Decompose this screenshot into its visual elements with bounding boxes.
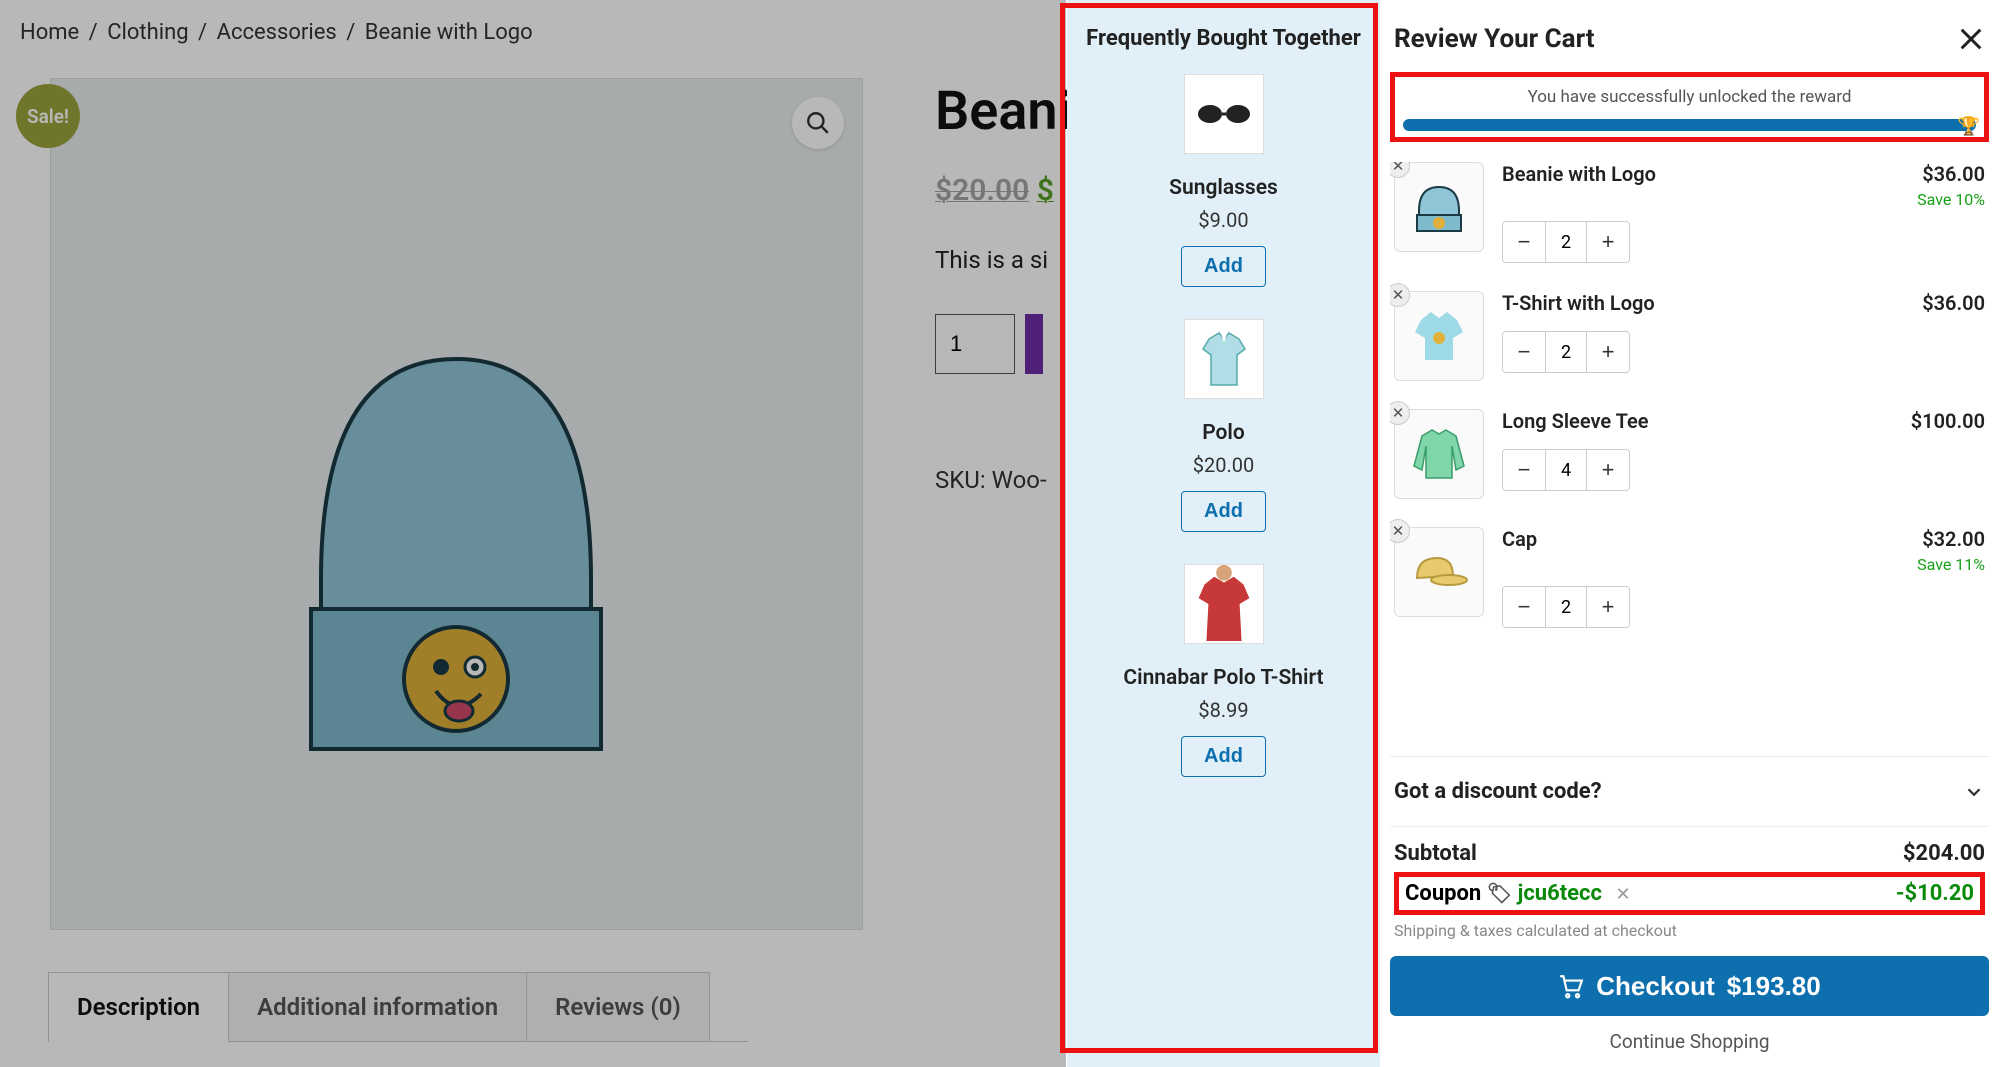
- fbt-item: Sunglasses $9.00 Add: [1081, 74, 1366, 287]
- chevron-down-icon: [1963, 781, 1985, 803]
- beanie-icon: [1409, 177, 1469, 237]
- shipping-note: Shipping & taxes calculated at checkout: [1394, 921, 1985, 940]
- qty-increase-button[interactable]: +: [1587, 222, 1629, 262]
- quantity-stepper: − 4 +: [1502, 449, 1630, 491]
- fbt-item-price: $8.99: [1081, 698, 1366, 722]
- quantity-stepper: − 2 +: [1502, 331, 1630, 373]
- cart-title: Review Your Cart: [1394, 24, 1595, 54]
- checkout-total: $193.80: [1727, 971, 1821, 1002]
- progress-bar: [1403, 119, 1976, 131]
- cart-item-name: Long Sleeve Tee: [1502, 409, 1648, 437]
- fbt-item: Polo $20.00 Add: [1081, 319, 1366, 532]
- fbt-item-name: Cinnabar Polo T-Shirt: [1081, 666, 1366, 690]
- longsleeve-icon: [1410, 426, 1468, 482]
- fbt-item-price: $9.00: [1081, 208, 1366, 232]
- polo-icon: [1201, 331, 1247, 387]
- discount-label: Got a discount code?: [1394, 779, 1602, 804]
- qty-value: 2: [1545, 332, 1587, 372]
- fbt-thumb: [1184, 319, 1264, 399]
- frequently-bought-together-panel: Frequently Bought Together Sunglasses $9…: [1067, 0, 1380, 1067]
- checkout-label: Checkout: [1596, 971, 1714, 1002]
- qty-decrease-button[interactable]: −: [1503, 587, 1545, 627]
- cart-item-thumb: [1394, 291, 1484, 381]
- qty-value: 2: [1545, 222, 1587, 262]
- coupon-label: Coupon: [1405, 881, 1481, 906]
- cart-panel: Review Your Cart You have successfully u…: [1380, 0, 1999, 1067]
- subtotal-row: Subtotal $204.00: [1394, 841, 1985, 866]
- cart-item-price: $100.00: [1911, 409, 1985, 433]
- coupon-amount: -$10.20: [1896, 881, 1974, 906]
- cart-item-name: Cap: [1502, 527, 1537, 574]
- tag-icon: 🏷: [1487, 881, 1512, 905]
- qty-value: 2: [1545, 587, 1587, 627]
- cart-item-price: $36.00: [1917, 162, 1985, 186]
- fbt-add-button[interactable]: Add: [1181, 736, 1266, 777]
- coupon-row: Coupon 🏷 jcu6tecc ✕ -$10.20: [1394, 872, 1985, 915]
- qty-increase-button[interactable]: +: [1587, 587, 1629, 627]
- qty-increase-button[interactable]: +: [1587, 450, 1629, 490]
- trophy-icon: 🏆: [1958, 116, 1980, 137]
- coupon-code: jcu6tecc: [1518, 881, 1602, 906]
- remove-coupon-button[interactable]: ✕: [1615, 884, 1630, 905]
- cap-icon: [1409, 550, 1469, 594]
- fbt-item: Cinnabar Polo T-Shirt $8.99 Add: [1081, 564, 1366, 777]
- cart-item-thumb: [1394, 527, 1484, 617]
- cart-item-save: Save 11%: [1917, 555, 1985, 574]
- fbt-thumb: [1184, 74, 1264, 154]
- cart-icon: [1558, 973, 1584, 999]
- cart-item: ✕ T-Shirt with Logo $36.00 − 2 +: [1394, 291, 1985, 381]
- cart-item-thumb: [1394, 162, 1484, 252]
- reward-progress: You have successfully unlocked the rewar…: [1390, 72, 1989, 142]
- subtotal-value: $204.00: [1903, 841, 1985, 866]
- cart-item-price: $32.00: [1917, 527, 1985, 551]
- checkout-button[interactable]: Checkout $193.80: [1390, 956, 1989, 1016]
- tshirt-icon: [1411, 308, 1467, 364]
- fbt-item-name: Sunglasses: [1081, 176, 1366, 200]
- sunglasses-icon: [1196, 102, 1252, 126]
- subtotal-label: Subtotal: [1394, 841, 1477, 866]
- fbt-item-name: Polo: [1081, 421, 1366, 445]
- cart-item-thumb: [1394, 409, 1484, 499]
- qty-value: 4: [1545, 450, 1587, 490]
- quantity-stepper: − 2 +: [1502, 586, 1630, 628]
- fbt-add-button[interactable]: Add: [1181, 491, 1266, 532]
- reward-text: You have successfully unlocked the rewar…: [1403, 87, 1976, 107]
- cart-item: ✕ Beanie with Logo $36.00 Save 10% − 2 +: [1394, 162, 1985, 263]
- continue-shopping-link[interactable]: Continue Shopping: [1390, 1030, 1989, 1053]
- qty-increase-button[interactable]: +: [1587, 332, 1629, 372]
- fbt-add-button[interactable]: Add: [1181, 246, 1266, 287]
- fbt-thumb: [1184, 564, 1264, 644]
- coupon-left: Coupon 🏷 jcu6tecc ✕: [1405, 881, 1631, 906]
- quantity-stepper: − 2 +: [1502, 221, 1630, 263]
- cart-item: ✕ Cap $32.00 Save 11% − 2 +: [1394, 527, 1985, 628]
- cart-item: ✕ Long Sleeve Tee $100.00 − 4 +: [1394, 409, 1985, 499]
- qty-decrease-button[interactable]: −: [1503, 332, 1545, 372]
- cart-item-price: $36.00: [1922, 291, 1985, 315]
- qty-decrease-button[interactable]: −: [1503, 450, 1545, 490]
- close-icon: [1957, 25, 1985, 53]
- cart-item-name: T-Shirt with Logo: [1502, 291, 1655, 319]
- close-cart-button[interactable]: [1957, 25, 1985, 53]
- discount-toggle[interactable]: Got a discount code?: [1390, 756, 1989, 827]
- overlay-scrim[interactable]: [0, 0, 1066, 1067]
- qty-decrease-button[interactable]: −: [1503, 222, 1545, 262]
- cart-item-save: Save 10%: [1917, 190, 1985, 209]
- cart-item-name: Beanie with Logo: [1502, 162, 1656, 209]
- fbt-title: Frequently Bought Together: [1081, 24, 1366, 54]
- red-polo-icon: [1185, 564, 1263, 644]
- fbt-item-price: $20.00: [1081, 453, 1366, 477]
